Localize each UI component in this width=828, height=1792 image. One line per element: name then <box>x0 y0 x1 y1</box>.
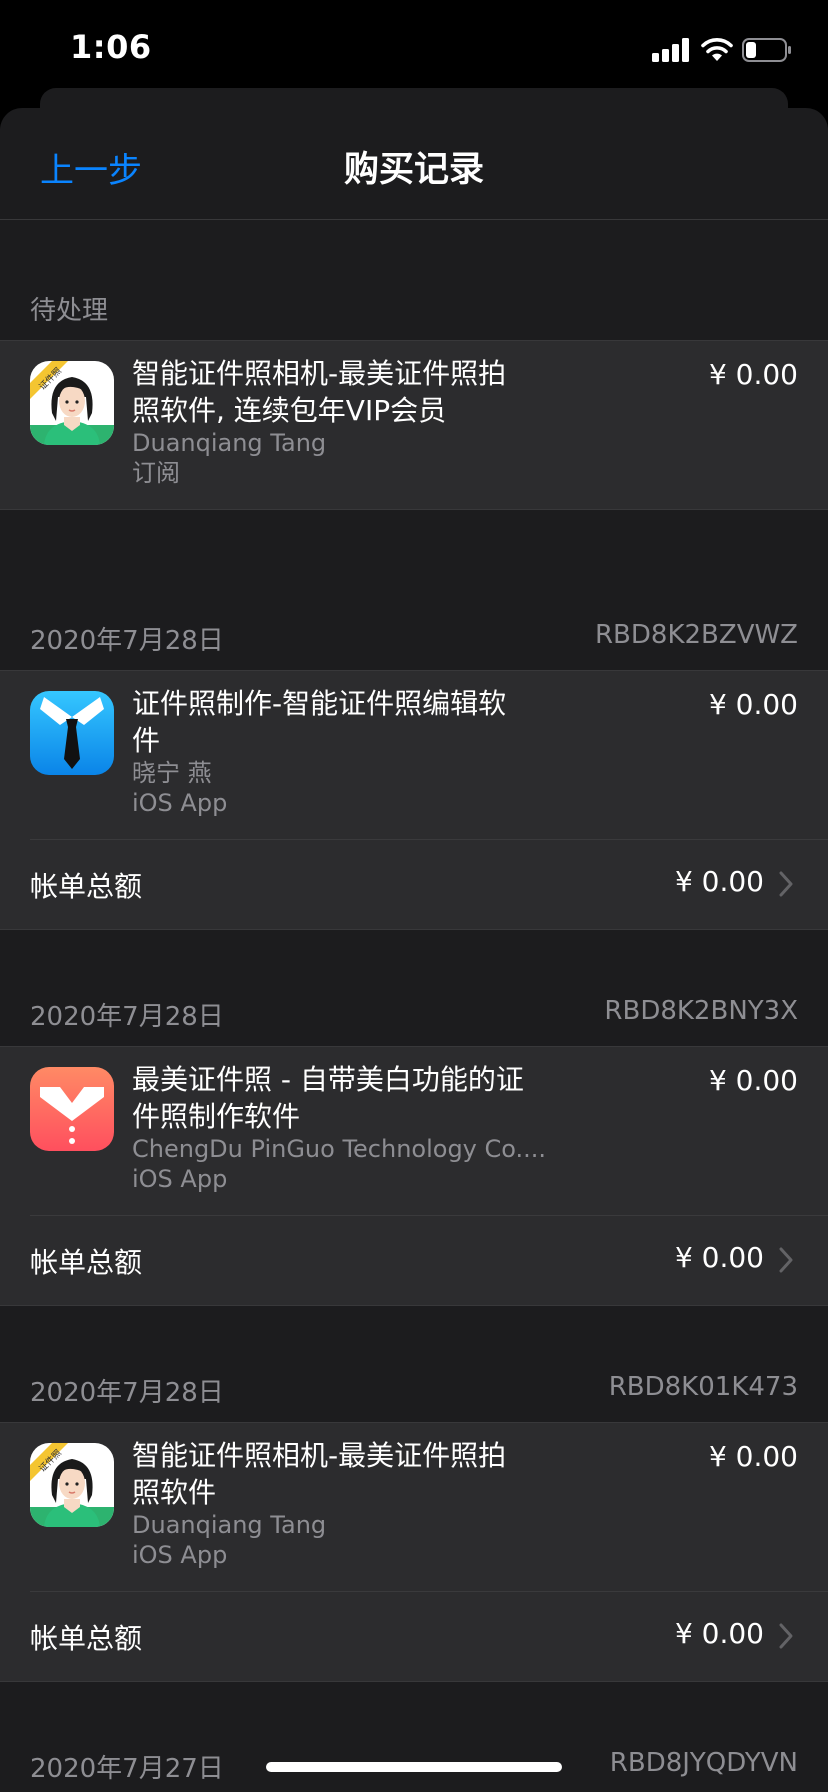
item-developer: ChengDu PinGuo Technology Co.... <box>132 1135 547 1163</box>
item-title: 证件照制作-智能证件照编辑软件 <box>132 687 507 757</box>
item-title: 最美证件照 - 自带美白功能的证件照制作软件 <box>132 1063 524 1133</box>
item-developer: 晓宁 燕 <box>132 759 212 787</box>
bill-total-amount: ¥ 0.00 <box>674 1241 764 1274</box>
purchase-list[interactable]: 待处理 证件照 智能证件照相机-最美证件照拍照软件, 连续包年VIP会员 Dua… <box>0 220 828 1780</box>
order-group: 证件照 智能证件照相机-最美证件照拍照软件 Duanqiang Tang iOS… <box>0 1422 828 1682</box>
status-time: 1:06 <box>70 28 152 66</box>
item-price: ¥ 0.00 <box>708 358 798 391</box>
bill-total-row[interactable]: 帐单总额 ¥ 0.00 <box>0 839 828 929</box>
bill-total-row[interactable]: 帐单总额 ¥ 0.00 <box>0 1215 828 1305</box>
order-header: 2020年7月28日 RBD8K01K473 <box>0 1372 828 1412</box>
page-title: 购买记录 <box>343 150 484 190</box>
order-date: 2020年7月28日 <box>30 1002 224 1032</box>
item-developer: Duanqiang Tang <box>132 1511 327 1539</box>
item-type: iOS App <box>132 1165 228 1193</box>
order-id: RBD8K2BZVWZ <box>594 620 798 650</box>
order-date: 2020年7月28日 <box>30 626 224 656</box>
item-title: 智能证件照相机-最美证件照拍照软件 <box>132 1439 507 1509</box>
purchase-item[interactable]: 证件照 智能证件照相机-最美证件照拍照软件, 连续包年VIP会员 Duanqia… <box>0 341 828 509</box>
purchase-item[interactable]: 最美证件照 - 自带美白功能的证件照制作软件 ChengDu PinGuo Te… <box>0 1047 828 1215</box>
item-price: ¥ 0.00 <box>708 1440 798 1473</box>
battery-icon <box>742 38 791 62</box>
bill-total-label: 帐单总额 <box>30 1246 143 1279</box>
meimei-id-photo-app-icon <box>30 1067 114 1151</box>
wifi-icon <box>701 38 733 61</box>
cellular-signal-icon <box>652 38 692 62</box>
item-type: iOS App <box>132 1541 228 1569</box>
order-id: RBD8JYQDYVN <box>609 1748 798 1778</box>
item-type: 订阅 <box>132 459 180 487</box>
item-developer: Duanqiang Tang <box>132 429 327 457</box>
chevron-right-icon <box>779 1247 793 1273</box>
order-date: 2020年7月27日 <box>30 1754 224 1780</box>
order-header: 2020年7月28日 RBD8K2BNY3X <box>0 996 828 1036</box>
item-price: ¥ 0.00 <box>708 1064 798 1097</box>
navigation-bar: 上一步 购买记录 <box>0 108 828 220</box>
chevron-right-icon <box>779 871 793 897</box>
order-date: 2020年7月28日 <box>30 1378 224 1408</box>
section-header-pending: 待处理 <box>0 290 828 330</box>
id-photo-camera-app-icon: 证件照 <box>30 1443 114 1527</box>
home-indicator[interactable] <box>266 1762 562 1772</box>
item-title: 智能证件照相机-最美证件照拍照软件, 连续包年VIP会员 <box>132 357 507 427</box>
purchase-item[interactable]: 证件照 智能证件照相机-最美证件照拍照软件 Duanqiang Tang iOS… <box>0 1423 828 1591</box>
id-photo-camera-app-icon: 证件照 <box>30 361 114 445</box>
status-bar: 1:06 <box>0 0 828 100</box>
order-group: 证件照制作-智能证件照编辑软件 晓宁 燕 iOS App ¥ 0.00 帐单总额… <box>0 670 828 930</box>
section-title: 待处理 <box>30 296 109 326</box>
bill-total-amount: ¥ 0.00 <box>674 865 764 898</box>
purchase-history-sheet: 上一步 购买记录 待处理 证件照 智能证件照相机-最美证件照拍照软件, 连续包年… <box>0 108 828 1792</box>
id-photo-maker-app-icon <box>30 691 114 775</box>
order-header: 2020年7月28日 RBD8K2BZVWZ <box>0 620 828 660</box>
bill-total-label: 帐单总额 <box>30 870 143 903</box>
bill-total-amount: ¥ 0.00 <box>674 1617 764 1650</box>
screen: 1:06 上一步 购买记录 待处理 证件照 智能证件照相机-最美证件照拍照软件,… <box>0 0 828 1792</box>
order-id: RBD8K2BNY3X <box>604 996 798 1026</box>
bill-total-label: 帐单总额 <box>30 1622 143 1655</box>
item-price: ¥ 0.00 <box>708 688 798 721</box>
item-type: iOS App <box>132 789 228 817</box>
pending-group: 证件照 智能证件照相机-最美证件照拍照软件, 连续包年VIP会员 Duanqia… <box>0 340 828 510</box>
chevron-right-icon <box>779 1623 793 1649</box>
order-id: RBD8K01K473 <box>608 1372 798 1402</box>
purchase-item[interactable]: 证件照制作-智能证件照编辑软件 晓宁 燕 iOS App ¥ 0.00 <box>0 671 828 839</box>
order-group: 最美证件照 - 自带美白功能的证件照制作软件 ChengDu PinGuo Te… <box>0 1046 828 1306</box>
bill-total-row[interactable]: 帐单总额 ¥ 0.00 <box>0 1591 828 1681</box>
